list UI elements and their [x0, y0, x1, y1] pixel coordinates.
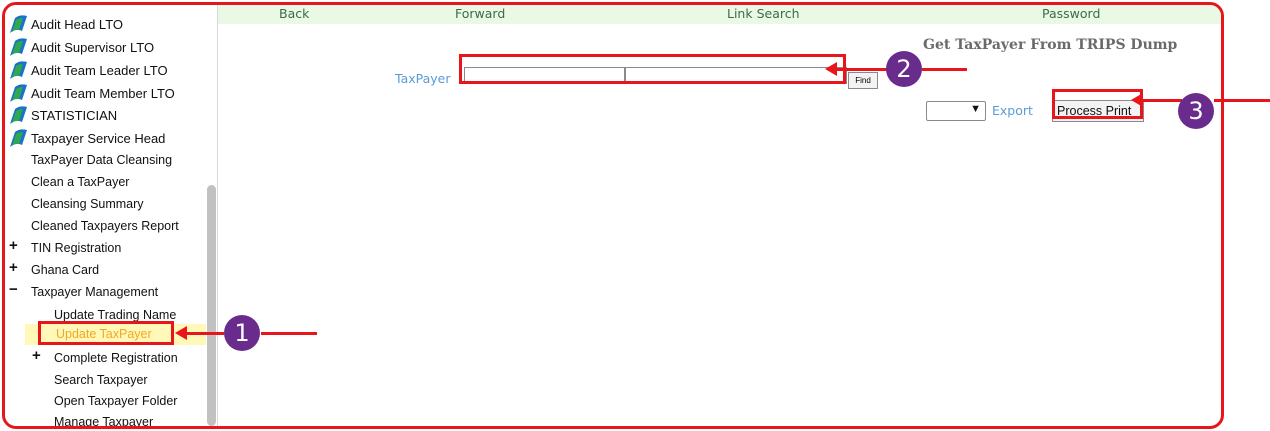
expand-icon[interactable]: + — [32, 347, 41, 364]
role-icon — [10, 84, 27, 102]
role-icon — [10, 129, 27, 147]
sidebar-scroll-thumb[interactable] — [207, 185, 216, 426]
menu-cleansing-summary[interactable]: Cleansing Summary — [31, 197, 144, 211]
role-audit-team-leader-lto[interactable]: Audit Team Leader LTO — [10, 59, 168, 81]
role-label: STATISTICIAN — [31, 107, 118, 123]
annotation-arrow-3-tail — [1214, 99, 1270, 102]
nav-password[interactable]: Password — [1042, 6, 1100, 21]
menu-taxpayer-management[interactable]: Taxpayer Management — [31, 285, 158, 299]
role-icon — [10, 38, 27, 56]
sidebar: Audit Head LTO Audit Supervisor LTO Audi… — [5, 5, 218, 426]
menu-clean-a-taxpayer[interactable]: Clean a TaxPayer — [31, 175, 129, 189]
menu-manage-taxpayer[interactable]: Manage Taxpayer — [54, 415, 153, 426]
annotation-box-1 — [38, 321, 174, 345]
role-taxpayer-service-head[interactable]: Taxpayer Service Head — [10, 127, 165, 149]
menu-open-taxpayer-folder[interactable]: Open Taxpayer Folder — [54, 394, 177, 408]
export-format-select[interactable]: ▼ — [926, 101, 986, 121]
role-audit-head-lto[interactable]: Audit Head LTO — [10, 13, 123, 35]
taxpayer-label: TaxPayer — [395, 71, 451, 86]
role-label: Audit Supervisor LTO — [31, 39, 155, 55]
menu-cleaned-taxpayers-report[interactable]: Cleaned Taxpayers Report — [31, 219, 179, 233]
collapse-icon[interactable]: − — [9, 281, 18, 298]
role-icon — [10, 15, 27, 33]
nav-forward[interactable]: Forward — [455, 6, 505, 21]
annotation-arrow-1-tail — [261, 332, 317, 335]
menu-update-trading-name[interactable]: Update Trading Name — [54, 308, 176, 322]
annotation-box-3 — [1052, 89, 1143, 119]
role-label: Audit Team Member LTO — [31, 85, 175, 101]
role-audit-team-member-lto[interactable]: Audit Team Member LTO — [10, 82, 175, 104]
expand-icon[interactable]: + — [9, 259, 18, 276]
chevron-down-icon: ▼ — [970, 103, 981, 115]
page-title: Get TaxPayer From TRIPS Dump — [923, 37, 1178, 53]
role-icon — [10, 106, 27, 124]
role-label: Audit Team Leader LTO — [31, 62, 168, 78]
annotation-arrow-1-line — [186, 332, 224, 335]
role-label: Taxpayer Service Head — [31, 130, 166, 146]
menu-tin-registration[interactable]: TIN Registration — [31, 241, 121, 255]
role-statistician[interactable]: STATISTICIAN — [10, 104, 117, 126]
export-link[interactable]: Export — [992, 103, 1033, 118]
top-navigation: Back Forward Link Search Password — [218, 5, 1221, 24]
role-icon — [10, 61, 27, 79]
annotation-arrow-3-line — [1142, 99, 1182, 102]
annotation-arrow-2-tail — [922, 68, 967, 71]
find-button[interactable]: Find — [848, 72, 878, 89]
annotation-box-2 — [459, 54, 846, 84]
role-audit-supervisor-lto[interactable]: Audit Supervisor LTO — [10, 36, 154, 58]
annotation-badge-1: 1 — [224, 315, 260, 351]
expand-icon[interactable]: + — [9, 237, 18, 254]
annotation-badge-3: 3 — [1178, 93, 1214, 129]
nav-back[interactable]: Back — [279, 6, 309, 21]
menu-complete-registration[interactable]: Complete Registration — [54, 351, 178, 365]
menu-ghana-card[interactable]: Ghana Card — [31, 263, 99, 277]
nav-link-search[interactable]: Link Search — [727, 6, 800, 21]
role-label: Audit Head LTO — [31, 16, 124, 32]
menu-search-taxpayer[interactable]: Search Taxpayer — [54, 373, 148, 387]
menu-taxpayer-data-cleansing[interactable]: TaxPayer Data Cleansing — [31, 153, 172, 167]
annotation-badge-2: 2 — [886, 51, 922, 87]
